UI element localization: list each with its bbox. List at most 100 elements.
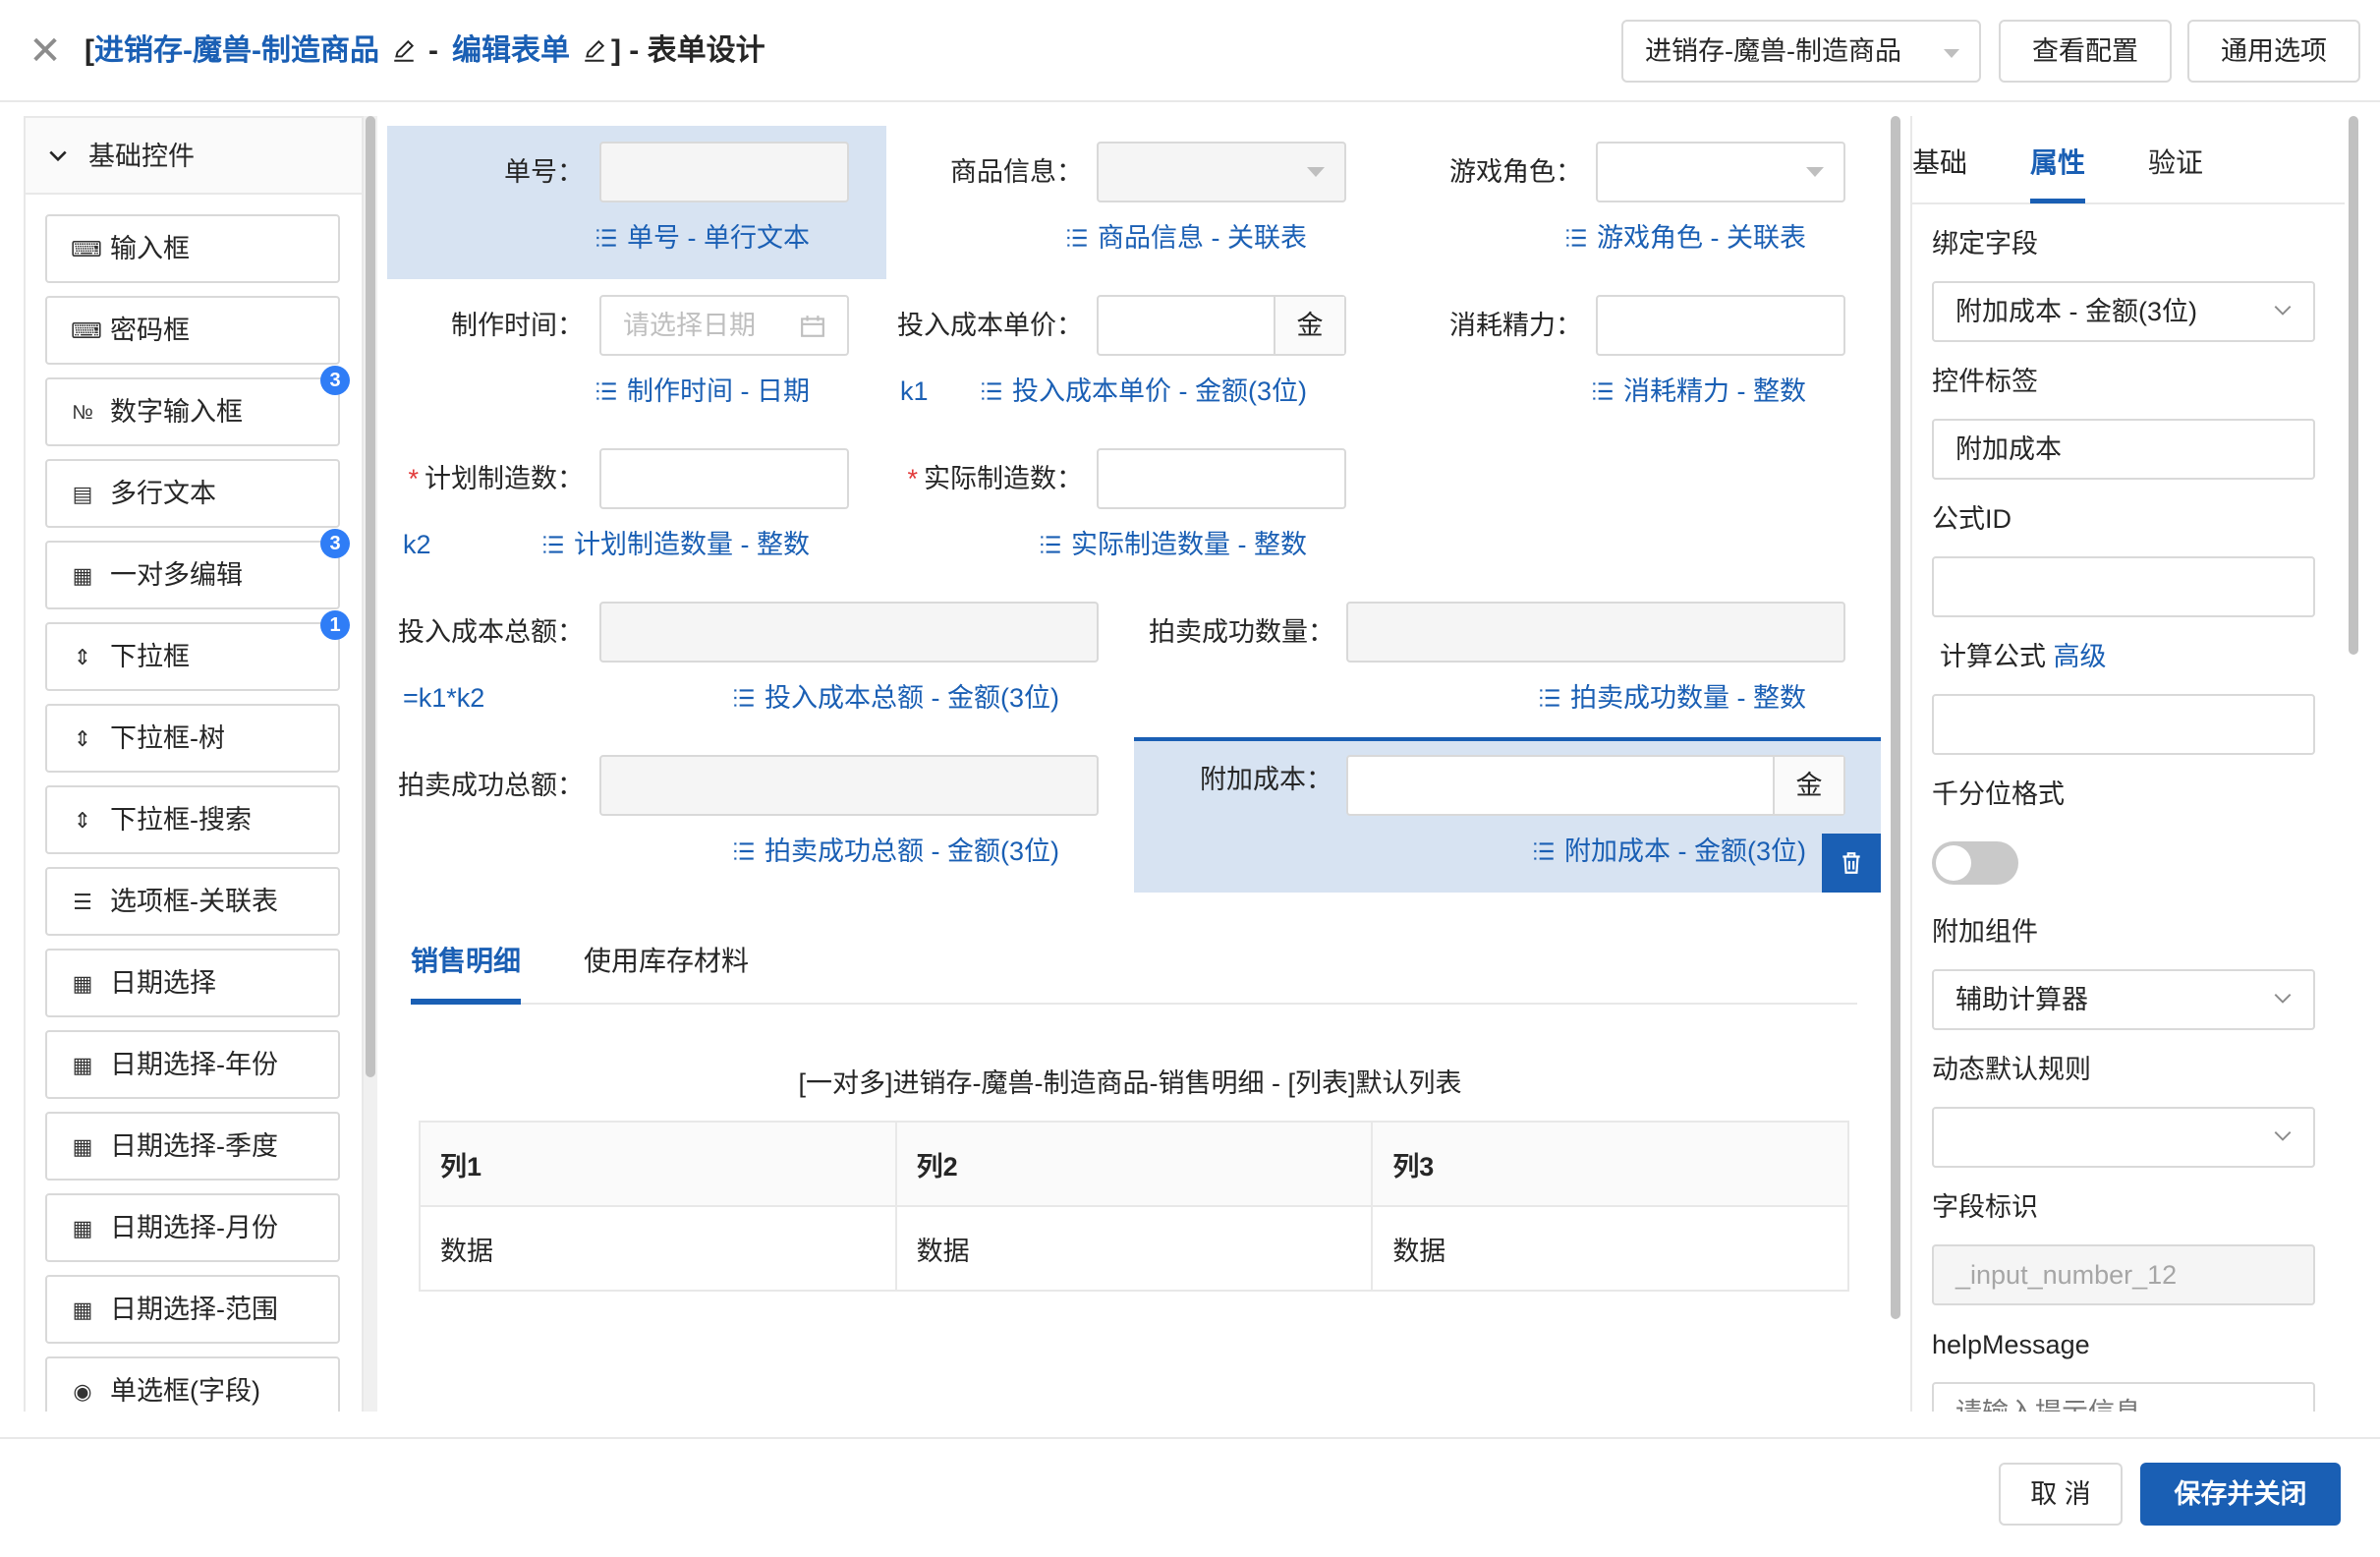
- make-time-binding: 制作时间 - 日期: [550, 372, 810, 411]
- palette-item-date-range[interactable]: ▦ 日期选择-范围: [45, 1275, 340, 1344]
- table-header-row: 列1 列2 列3: [419, 1121, 1849, 1207]
- palette-item-date-quarter[interactable]: ▦ 日期选择-季度: [45, 1112, 340, 1181]
- palette-item-option-relation[interactable]: ☰ 选项框-关联表: [45, 867, 340, 936]
- bind-field-select[interactable]: 附加成本 - 金额(3位): [1932, 281, 2315, 342]
- list-icon: [1041, 536, 1060, 553]
- currency-addon: 金: [1773, 757, 1843, 814]
- palette-item-date-month[interactable]: ▦ 日期选择-月份: [45, 1193, 340, 1262]
- chevron-down-icon: [2274, 305, 2292, 316]
- tab-attributes[interactable]: 属性: [2030, 144, 2085, 183]
- addon-component-label: 附加组件: [1932, 917, 2038, 947]
- list-icon: [1540, 689, 1559, 707]
- toggle-knob: [1936, 845, 1971, 881]
- form-edit-link[interactable]: 编辑表单: [452, 28, 570, 75]
- dialog-title: [ 进销存-魔兽-制造商品 - 编辑表单 ] - 表单设计: [85, 28, 765, 75]
- count-badge: 1: [320, 610, 350, 640]
- energy-input[interactable]: [1596, 295, 1845, 356]
- form-name-link[interactable]: 进销存-魔兽-制造商品: [94, 28, 379, 75]
- list-icon: ☰: [73, 890, 92, 914]
- palette-scroll-thumb[interactable]: [366, 116, 375, 1077]
- cancel-button[interactable]: 取 消: [1999, 1463, 2123, 1526]
- palette-item-number[interactable]: № 数字输入框 3: [45, 366, 350, 446]
- list-icon: [1593, 382, 1613, 400]
- order-no-input[interactable]: [599, 142, 849, 202]
- binding-text: 商品信息 - 关联表: [1098, 223, 1307, 253]
- list-icon: [982, 382, 1001, 400]
- save-and-close-button[interactable]: 保存并关闭: [2140, 1463, 2341, 1526]
- palette-item-select-search[interactable]: ⇕ 下拉框-搜索: [45, 785, 340, 854]
- product-info-select[interactable]: [1097, 142, 1346, 202]
- tabs-divider: [411, 1003, 1857, 1005]
- palette-item-input[interactable]: ⌨ 输入框: [45, 214, 340, 283]
- edit-pen-icon[interactable]: [582, 38, 607, 64]
- palette-group-header[interactable]: 基础控件: [26, 118, 362, 195]
- binding-text: 拍卖成功总额 - 金额(3位): [765, 836, 1059, 866]
- help-message-label: helpMessage: [1932, 1330, 2090, 1359]
- make-time-label: 制作时间：: [451, 311, 584, 340]
- plan-qty-label: * 计划制造数：: [387, 448, 584, 509]
- help-message-input[interactable]: [1932, 1382, 2315, 1412]
- unit-cost-binding: 投入成本单价 - 金额(3位): [943, 372, 1307, 411]
- total-cost-label: 投入成本总额：: [398, 617, 584, 647]
- edit-pen-icon[interactable]: [391, 38, 417, 64]
- canvas-scroll-thumb[interactable]: [1891, 116, 1900, 1319]
- unit-cost-input[interactable]: 金: [1097, 295, 1346, 356]
- palette-item-one-to-many[interactable]: ▦ 一对多编辑 3: [45, 529, 350, 609]
- palette-item-label: 下拉框-树: [110, 723, 225, 753]
- close-icon[interactable]: ✕: [28, 29, 63, 73]
- binding-text: 附加成本 - 金额(3位): [1564, 836, 1806, 866]
- palette-item-date-year[interactable]: ▦ 日期选择-年份: [45, 1030, 340, 1099]
- calendar-icon: [801, 316, 824, 337]
- list-icon: [596, 382, 616, 400]
- calc-formula-text: 计算公式: [1940, 642, 2046, 671]
- actual-qty-input[interactable]: [1097, 448, 1346, 509]
- plan-qty-input[interactable]: [599, 448, 849, 509]
- auction-total-input[interactable]: [599, 755, 1099, 816]
- formula-id-label: 公式ID: [1932, 504, 2012, 534]
- actual-qty-label-text: 实际制造数：: [924, 464, 1083, 493]
- make-time-datepicker[interactable]: 请选择日期: [599, 295, 849, 356]
- required-mark: *: [907, 464, 918, 493]
- right-panel-divider: [1910, 116, 1912, 1412]
- dynamic-default-select[interactable]: [1932, 1107, 2315, 1168]
- actual-qty-label: * 实际制造数：: [884, 448, 1083, 509]
- palette-item-label: 多行文本: [110, 479, 216, 508]
- auction-total-binding: 拍卖成功总额 - 金额(3位): [649, 832, 1059, 871]
- palette-item-radio[interactable]: ◉ 单选框(字段): [45, 1356, 340, 1412]
- extra-cost-input[interactable]: 金: [1346, 755, 1845, 816]
- addon-component-select[interactable]: 辅助计算器: [1932, 969, 2315, 1030]
- formula-id-input[interactable]: [1932, 556, 2315, 617]
- game-role-select[interactable]: [1596, 142, 1845, 202]
- tab-sales-detail[interactable]: 销售明细: [411, 942, 521, 981]
- palette-item-password[interactable]: ⌨ 密码框: [45, 296, 340, 365]
- common-options-button[interactable]: 通用选项: [2187, 20, 2360, 83]
- binding-text: 实际制造数量 - 整数: [1071, 530, 1307, 559]
- palette-item-select[interactable]: ⇕ 下拉框 1: [45, 610, 350, 691]
- control-label-input[interactable]: 附加成本: [1932, 419, 2315, 480]
- calc-formula-input[interactable]: [1932, 694, 2315, 755]
- palette-item-select-tree[interactable]: ⇕ 下拉框-树: [45, 704, 340, 773]
- view-config-button[interactable]: 查看配置: [1999, 20, 2172, 83]
- form-selector[interactable]: 进销存-魔兽-制造商品: [1621, 20, 1981, 83]
- tab-basic[interactable]: 基础: [1912, 144, 1967, 183]
- caret-down-icon: [1806, 167, 1824, 177]
- title-separator: -: [427, 34, 438, 67]
- control-label-label: 控件标签: [1932, 367, 2038, 396]
- updown-icon: ⇕: [73, 645, 92, 669]
- palette-item-date[interactable]: ▦ 日期选择: [45, 949, 340, 1017]
- delete-field-button[interactable]: [1822, 834, 1881, 893]
- document-icon: ▤: [72, 482, 93, 506]
- palette-item-label: 输入框: [110, 234, 190, 263]
- unit-cost-label: 投入成本单价：: [897, 311, 1083, 340]
- tab-stock-materials[interactable]: 使用库存材料: [584, 942, 749, 981]
- table-cell: 数据: [1371, 1205, 1849, 1292]
- palette-item-textarea[interactable]: ▤ 多行文本: [45, 459, 340, 528]
- advanced-link[interactable]: 高级: [2054, 642, 2107, 671]
- binding-text: 拍卖成功数量 - 整数: [1570, 683, 1806, 713]
- auction-qty-input[interactable]: [1346, 602, 1845, 663]
- thousands-label: 千分位格式: [1932, 779, 2065, 809]
- properties-scroll-thumb[interactable]: [2349, 116, 2358, 655]
- tab-validation[interactable]: 验证: [2148, 144, 2203, 183]
- total-cost-input[interactable]: [599, 602, 1099, 663]
- binding-text: 游戏角色 - 关联表: [1597, 223, 1806, 253]
